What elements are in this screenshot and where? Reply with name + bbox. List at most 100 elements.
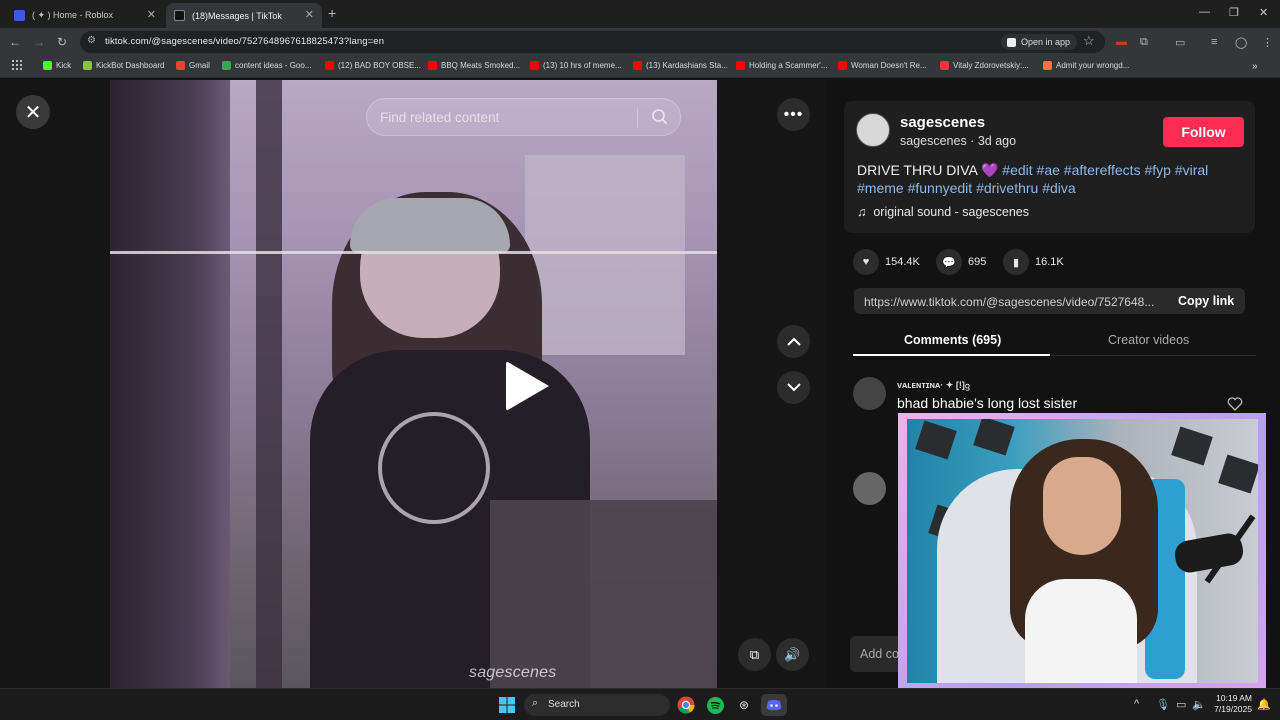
discord-taskbar-icon[interactable] [761, 694, 787, 716]
video-scene [378, 412, 490, 524]
taskbar-search[interactable]: ⌕ Search [524, 694, 670, 716]
start-button[interactable] [496, 694, 518, 716]
taskbar-search-label: Search [548, 699, 580, 710]
next-video-button[interactable] [777, 371, 810, 404]
comment-like-icon[interactable] [1227, 397, 1243, 411]
chrome-taskbar-icon[interactable] [675, 694, 697, 716]
windows-logo-icon [499, 697, 515, 713]
show-hidden-icons[interactable]: ^ [1134, 698, 1139, 710]
search-icon[interactable] [650, 107, 670, 127]
spotify-taskbar-icon[interactable] [704, 694, 726, 716]
bookmark-star-icon[interactable]: ☆ [1083, 33, 1095, 49]
follow-button[interactable]: Follow [1163, 117, 1244, 147]
search-divider [637, 108, 638, 128]
close-tab-icon[interactable]: ✕ [147, 8, 156, 21]
commenter-name[interactable]: ᴠᴀʟᴇɴᴛɪɴᴀ· ✦ [!]ᦋ [897, 380, 970, 391]
menu-kebab-icon[interactable]: ⋮ [1262, 36, 1273, 49]
minimize-icon[interactable]: — [1199, 6, 1210, 18]
save-count: 16.1K [1035, 256, 1064, 268]
comment-count: 695 [968, 256, 987, 268]
tiktok-favicon-icon [174, 10, 185, 21]
address-bar-row: ← → ↻ ⚙ tiktok.com/@sagescenes/video/752… [0, 28, 1280, 56]
comment-button[interactable]: 💬 695 [936, 249, 986, 275]
mini-player-icon: ⧉ [749, 646, 760, 662]
clock-time: 10:19 AM [1216, 693, 1252, 703]
extensions-puzzle-icon[interactable]: ⧉ [1140, 36, 1148, 49]
url-bar[interactable]: ⚙ tiktok.com/@sagescenes/video/752764896… [80, 31, 1105, 53]
more-options-button[interactable]: ••• [777, 98, 810, 131]
url-text[interactable]: tiktok.com/@sagescenes/video/75276489676… [105, 36, 384, 47]
bookmark-item[interactable]: Holding a Scammer'... [736, 61, 827, 70]
roblox-favicon-icon [14, 10, 25, 21]
video-scene [525, 155, 685, 355]
video-scene [1025, 579, 1137, 683]
bookmark-item[interactable]: Woman Doesn't Re... [838, 61, 927, 70]
video-scene [1171, 426, 1213, 466]
back-icon[interactable]: ← [9, 35, 21, 49]
forward-icon[interactable]: → [33, 35, 45, 49]
tab-roblox[interactable]: ( ✦ ) Home - Roblox ✕ [6, 3, 164, 28]
hashtags[interactable]: #meme #funnyedit #drivethru #diva [857, 180, 1076, 196]
chevron-up-icon [786, 337, 801, 346]
close-window-icon[interactable]: ✕ [1259, 6, 1268, 19]
copy-link-button[interactable]: Copy link [1178, 294, 1234, 308]
bookmark-item[interactable]: (13) Kardashians Sta... [633, 61, 728, 70]
bookmark-icon: ▮ [1003, 249, 1029, 275]
reload-icon[interactable]: ↻ [57, 35, 67, 49]
media-controls-icon[interactable]: ≡ [1211, 36, 1217, 48]
open-in-app-button[interactable]: Open in app [1001, 34, 1078, 50]
author-handle: sagescenes · 3d ago [900, 134, 1017, 148]
sidebar-icon[interactable]: ▭ [1175, 36, 1185, 49]
new-tab-button[interactable]: + [328, 5, 336, 21]
volume-button[interactable]: 🔊 [776, 638, 809, 671]
bookmark-item[interactable]: content ideas - Goo... [222, 61, 312, 70]
previous-video-button[interactable] [777, 325, 810, 358]
bookmark-item[interactable]: Vitaly Zdorovetskiy:... [940, 61, 1029, 70]
bookmark-item[interactable]: KickBot Dashboard [83, 61, 164, 70]
microphone-tray-icon[interactable]: 🎙 [1156, 698, 1170, 711]
bookmark-item[interactable]: (13) 10 hrs of meme... [530, 61, 622, 70]
restore-icon[interactable]: ❐ [1229, 6, 1239, 19]
tab-tiktok[interactable]: (18)Messages | TikTok ✕ [166, 3, 322, 28]
tab-comments[interactable]: Comments (695) [904, 333, 1001, 347]
close-video-button[interactable]: ✕ [16, 95, 50, 129]
extension-red-icon[interactable]: ▬ [1116, 36, 1127, 48]
bookmark-item[interactable]: BBQ Meats Smoked... [428, 61, 520, 70]
hashtags[interactable]: #edit #ae #aftereffects #fyp #viral [1002, 162, 1208, 178]
more-bookmarks-icon[interactable]: » [1252, 61, 1258, 72]
add-comment-placeholder: Add co [860, 647, 899, 661]
open-in-app-label: Open in app [1021, 37, 1071, 47]
sound-label: original sound - sagescenes [873, 205, 1029, 219]
video-scene [1043, 457, 1121, 555]
video-watermark: sagescenes [469, 664, 557, 681]
volume-tray-icon[interactable]: 🔈 [1192, 698, 1206, 711]
like-button[interactable]: ♥ 154.4K [853, 249, 920, 275]
like-count: 154.4K [885, 256, 920, 268]
close-tab-icon[interactable]: ✕ [305, 8, 314, 21]
mini-player-button[interactable]: ⧉ [738, 638, 771, 671]
share-url[interactable]: https://www.tiktok.com/@sagescenes/video… [864, 295, 1162, 309]
commenter-avatar[interactable] [853, 472, 886, 505]
bookmark-item[interactable]: (12) BAD BOY OBSE... [325, 61, 421, 70]
find-related-search[interactable]: Find related content [366, 98, 681, 136]
author-avatar[interactable] [856, 113, 890, 147]
profile-icon[interactable]: ◯ [1235, 36, 1247, 49]
play-icon[interactable] [506, 361, 549, 411]
save-button[interactable]: ▮ 16.1K [1003, 249, 1064, 275]
video-player[interactable]: Find related content sagescenes [110, 80, 717, 688]
bookmark-item[interactable]: Gmail [176, 61, 210, 70]
site-info-icon[interactable]: ⚙ [87, 35, 96, 46]
notifications-bell-icon[interactable]: 🔔 [1257, 698, 1271, 711]
network-icon[interactable]: ▭ [1176, 698, 1186, 711]
tab-creator-videos[interactable]: Creator videos [1108, 333, 1189, 347]
tab-title: ( ✦ ) Home - Roblox [32, 10, 114, 20]
apps-grid-icon[interactable] [12, 60, 22, 70]
bookmark-item[interactable]: Admit your wrongd... [1043, 61, 1129, 70]
author-name[interactable]: sagescenes [900, 114, 985, 131]
system-clock[interactable]: 10:19 AM 7/19/2025 [1212, 693, 1252, 715]
app-taskbar-icon[interactable]: ⊛ [733, 694, 755, 716]
commenter-avatar[interactable] [853, 377, 886, 410]
active-tab-indicator [853, 354, 1050, 356]
bookmark-item[interactable]: Kick [43, 61, 71, 70]
sound-link[interactable]: ♫ original sound - sagescenes [857, 205, 1029, 219]
